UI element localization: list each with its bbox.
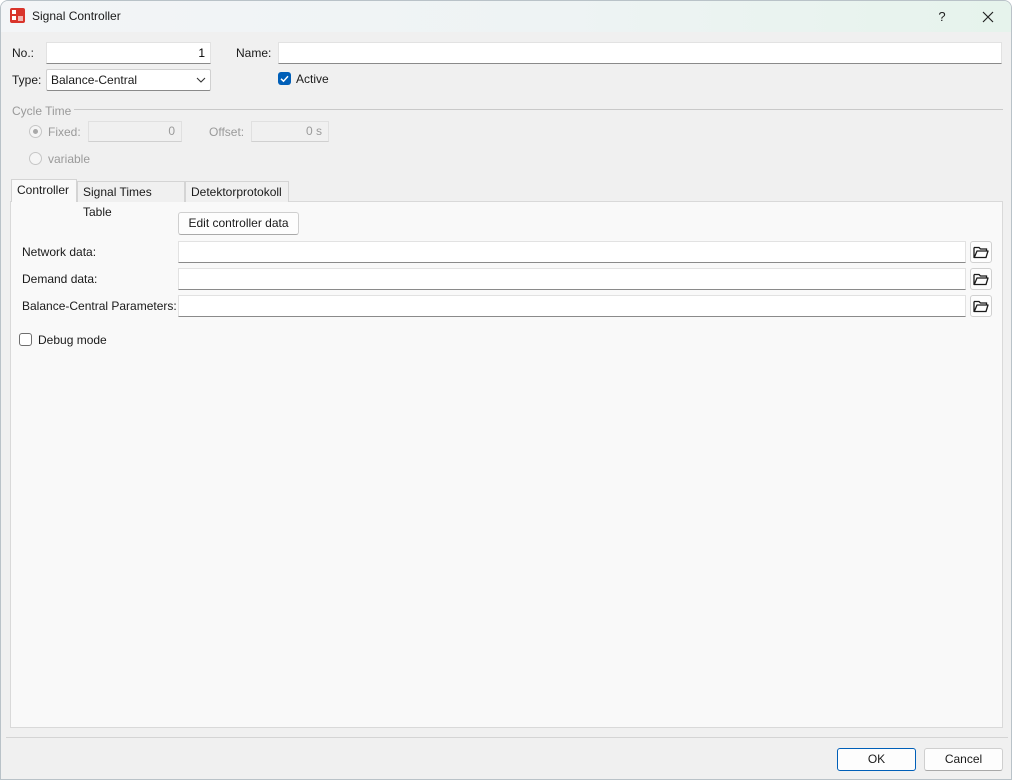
window-title: Signal Controller [32,9,121,23]
close-icon [982,11,994,22]
cycle-time-divider [74,109,1003,110]
no-input[interactable] [46,42,211,64]
offset-label: Offset: [209,125,245,139]
ok-button[interactable]: OK [837,748,916,771]
variable-radio[interactable] [29,152,42,165]
app-icon [10,8,25,23]
type-select[interactable]: Balance-Central [46,69,211,91]
debug-mode-label: Debug mode [38,333,107,347]
offset-value-input[interactable]: 0 s [251,121,329,142]
fixed-label: Fixed: [48,125,81,139]
network-data-label: Network data: [22,245,97,259]
checkmark-icon [280,75,289,83]
demand-data-label: Demand data: [22,272,98,286]
parameters-label: Balance-Central Parameters: [22,299,177,313]
fixed-radio[interactable] [29,125,42,138]
help-button[interactable]: ? [919,1,965,32]
type-label: Type: [12,73,42,87]
name-label: Name: [236,46,272,60]
folder-icon [973,300,989,313]
network-data-browse-button[interactable] [970,241,992,263]
edit-controller-data-button[interactable]: Edit controller data [178,212,299,235]
folder-icon [973,246,989,259]
footer-divider [6,737,1008,738]
no-label: No.: [12,46,35,60]
chevron-down-icon [196,77,206,83]
tab-signal-times-table[interactable]: Signal Times Table [77,181,185,219]
title-bar: Signal Controller ? [1,1,1011,32]
parameters-browse-button[interactable] [970,295,992,317]
active-label: Active [296,72,329,86]
cycle-time-group-title: Cycle Time [12,104,72,118]
debug-mode-checkbox[interactable] [19,333,32,346]
variable-label: variable [48,152,91,166]
demand-data-input[interactable] [178,268,966,290]
demand-data-browse-button[interactable] [970,268,992,290]
tab-controller[interactable]: Controller [11,179,77,202]
tab-detektorprotokoll[interactable]: Detektorprotokoll [185,181,289,202]
fixed-value-input[interactable]: 0 [88,121,182,142]
active-checkbox[interactable] [278,72,291,85]
network-data-input[interactable] [178,241,966,263]
close-button[interactable] [965,1,1011,32]
name-input[interactable] [278,42,1002,64]
cancel-button[interactable]: Cancel [924,748,1003,771]
parameters-input[interactable] [178,295,966,317]
help-icon: ? [938,9,946,24]
type-select-value: Balance-Central [51,73,138,87]
folder-icon [973,273,989,286]
signal-controller-dialog: Signal Controller ? No.: Name: Type: Bal… [0,0,1012,780]
